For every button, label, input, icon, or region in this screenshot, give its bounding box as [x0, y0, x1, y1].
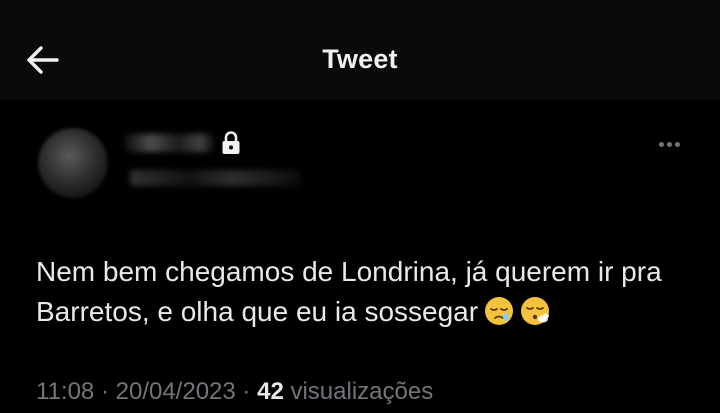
tweet-text: Nem bem chegamos de Londrina, já querem …: [36, 252, 696, 332]
more-options-button[interactable]: [654, 134, 684, 154]
tweet-body: Nem bem chegamos de Londrina, já querem …: [36, 256, 662, 327]
lock-icon: [222, 131, 240, 154]
more-dot: [674, 141, 680, 147]
tweet-date[interactable]: 20/04/2023: [116, 378, 236, 405]
views-label[interactable]: visualizações: [290, 378, 433, 405]
top-bar: Tweet: [0, 0, 720, 100]
avatar[interactable]: [38, 128, 108, 198]
more-dot: [666, 141, 672, 147]
face-exhaling-emoji: [521, 297, 550, 325]
author-handle-redacted[interactable]: [130, 170, 300, 186]
meta-separator: ·: [242, 378, 251, 405]
tweet-time[interactable]: 11:08: [36, 378, 94, 405]
tweet-detail-screen: Tweet Nem bem chegamos de Londrina, já q…: [0, 0, 720, 413]
page-title: Tweet: [322, 44, 398, 74]
author-display-name-redacted[interactable]: [124, 134, 214, 152]
tweet-metadata: 11:08 · 20/04/2023 · 42 visualizações: [36, 378, 433, 406]
more-dot: [658, 141, 664, 147]
sleepy-face-emoji: [485, 297, 514, 325]
meta-separator: ·: [100, 378, 109, 405]
views-count[interactable]: 42: [257, 378, 284, 405]
